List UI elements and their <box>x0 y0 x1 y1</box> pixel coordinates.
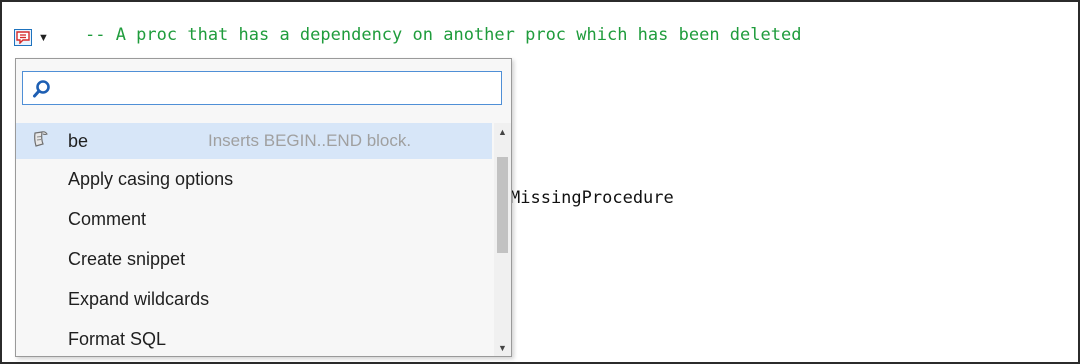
editor-frame: -- A proc that has a dependency on anoth… <box>0 0 1080 364</box>
chevron-down-icon[interactable]: ▼ <box>38 32 49 44</box>
search-icon <box>33 80 50 98</box>
list-item-create-snippet[interactable]: Create snippet <box>16 241 492 277</box>
list-item-label: Comment <box>68 208 147 229</box>
sql-comment-line: -- A proc that has a dependency on anoth… <box>85 25 802 45</box>
scroll-down-icon[interactable]: ▼ <box>494 339 511 356</box>
list-item-description: Inserts BEGIN..END block. <box>208 131 412 150</box>
scrollbar-thumb[interactable] <box>497 157 508 253</box>
list-scrollbar[interactable]: ▲ ▼ <box>494 123 511 356</box>
suggestion-list: be Inserts BEGIN..END block. Apply casin… <box>16 123 494 356</box>
search-box[interactable] <box>22 71 502 106</box>
suggestion-popup: be Inserts BEGIN..END block. Apply casin… <box>15 58 512 357</box>
list-item-label: Create snippet <box>68 248 186 269</box>
search-input[interactable] <box>57 72 501 106</box>
code-fragment: MissingProcedure <box>510 188 674 208</box>
list-item-be[interactable]: be Inserts BEGIN..END block. <box>16 123 492 159</box>
list-item-label: Format SQL <box>68 328 167 349</box>
list-item-format-sql[interactable]: Format SQL <box>16 321 492 356</box>
list-item-label: be <box>68 130 89 151</box>
list-item-apply-casing-options[interactable]: Apply casing options <box>16 161 492 197</box>
comment-warning-icon <box>14 28 32 46</box>
snippet-icon <box>34 131 48 147</box>
list-item-expand-wildcards[interactable]: Expand wildcards <box>16 281 492 317</box>
list-item-label: Expand wildcards <box>68 288 210 309</box>
scroll-up-icon[interactable]: ▲ <box>494 123 511 141</box>
list-item-comment[interactable]: Comment <box>16 201 492 237</box>
smart-tag-button[interactable]: ▼ <box>14 24 72 50</box>
list-item-label: Apply casing options <box>68 168 234 189</box>
